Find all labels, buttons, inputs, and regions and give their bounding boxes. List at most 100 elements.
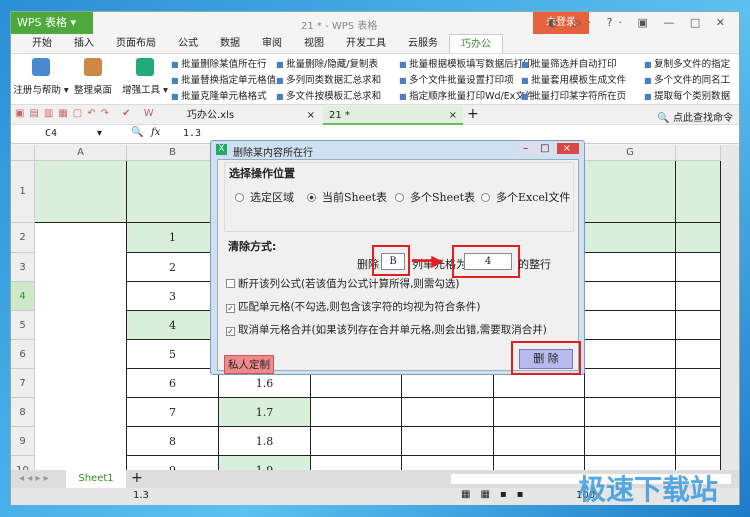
new-tab-icon[interactable]: + bbox=[467, 106, 479, 122]
cell[interactable] bbox=[676, 369, 721, 398]
radio-option-0[interactable]: 选定区域 bbox=[235, 189, 294, 205]
row-header-2[interactable]: 2 bbox=[11, 223, 35, 253]
cell[interactable]: 1 bbox=[127, 223, 219, 253]
cell[interactable] bbox=[35, 223, 127, 253]
sheet-nav[interactable]: ◂ ◂ ▸ ▸ bbox=[19, 473, 49, 484]
cell[interactable] bbox=[676, 223, 721, 253]
radio-option-3[interactable]: 多个Excel文件 bbox=[481, 189, 570, 205]
ribbon-item[interactable]: 批量删除/隐藏/复制表 bbox=[276, 57, 381, 73]
ribbon-item[interactable]: 批量删除某值所在行 bbox=[171, 57, 276, 73]
ribbon-item[interactable]: 多个文件的同名工 bbox=[644, 73, 730, 89]
menu-0[interactable]: 开始 bbox=[21, 34, 63, 53]
cell[interactable] bbox=[35, 253, 127, 282]
cell[interactable] bbox=[35, 369, 127, 398]
cell[interactable]: 8 bbox=[127, 427, 219, 456]
menu-2[interactable]: 页面布局 bbox=[105, 34, 167, 53]
row-header-8[interactable]: 8 bbox=[11, 398, 35, 427]
cell[interactable] bbox=[402, 427, 494, 456]
view-buttons[interactable]: ▦▦▪▪ bbox=[461, 489, 533, 500]
window-controls[interactable]: ◐ ▷· ?· ▣ — □ ✕ bbox=[548, 16, 731, 29]
cell[interactable]: 5 bbox=[127, 340, 219, 369]
checkbox[interactable]: ✓ bbox=[226, 304, 235, 313]
menu-8[interactable]: 云服务 bbox=[397, 34, 449, 53]
dialog-controls[interactable]: – □ × bbox=[518, 143, 579, 154]
close-icon[interactable]: × bbox=[449, 106, 457, 125]
radio-button[interactable] bbox=[235, 193, 244, 202]
cell[interactable] bbox=[585, 398, 676, 427]
ribbon-button-0[interactable]: 注册与帮助 ▾ bbox=[11, 58, 71, 96]
ribbon-item[interactable]: 批量筛选并自动打印 bbox=[521, 57, 626, 73]
cell[interactable] bbox=[585, 340, 676, 369]
cell[interactable] bbox=[585, 427, 676, 456]
row-header-1[interactable]: 1 bbox=[11, 161, 35, 223]
ribbon-item[interactable]: 复制多文件的指定 bbox=[644, 57, 730, 73]
minimize-button[interactable]: – bbox=[518, 143, 536, 154]
ribbon-item[interactable]: 批量套用模板生成文件 bbox=[521, 73, 626, 89]
close-button[interactable]: × bbox=[556, 143, 579, 154]
cell[interactable]: 3 bbox=[127, 282, 219, 311]
cell[interactable] bbox=[35, 340, 127, 369]
cell[interactable] bbox=[311, 398, 402, 427]
ribbon-item[interactable]: 批量替换指定单元格值 bbox=[171, 73, 276, 89]
checkbox-option-0[interactable]: 断开该列公式(若该值为公式计算所得,则需勾选) bbox=[226, 276, 460, 291]
ribbon-item[interactable]: 多文件按模板汇总求和 bbox=[276, 89, 381, 105]
sheet-tab[interactable]: Sheet1 bbox=[66, 470, 126, 488]
ribbon-item[interactable]: 提取每个类别数据 bbox=[644, 89, 730, 105]
cell[interactable] bbox=[35, 311, 127, 340]
cell[interactable]: 1.7 bbox=[219, 398, 311, 427]
row-header-4[interactable]: 4 bbox=[11, 282, 35, 311]
checkbox-option-1[interactable]: ✓ 匹配单元格(不勾选,则包含该字符的均视为符合条件) bbox=[226, 299, 481, 314]
cell[interactable] bbox=[311, 456, 402, 470]
column-header-G[interactable]: G bbox=[585, 145, 676, 161]
row-header-10[interactable]: 10 bbox=[11, 456, 35, 470]
tab-file-2[interactable]: 21 * × bbox=[323, 106, 463, 125]
column-header-H[interactable] bbox=[676, 145, 721, 161]
formula-input[interactable]: 1.3 bbox=[183, 128, 201, 139]
cell[interactable]: 7 bbox=[127, 398, 219, 427]
cell[interactable] bbox=[494, 427, 585, 456]
menu-9[interactable]: 巧办公 bbox=[449, 34, 503, 53]
fx-icon[interactable]: fx bbox=[151, 127, 160, 138]
cell[interactable] bbox=[585, 311, 676, 340]
ribbon-button-2[interactable]: 增强工具 ▾ bbox=[115, 58, 175, 96]
radio-option-1[interactable]: 当前Sheet表 bbox=[307, 189, 387, 205]
cell[interactable]: 9 bbox=[127, 456, 219, 470]
radio-button[interactable] bbox=[395, 193, 404, 202]
menu-7[interactable]: 开发工具 bbox=[335, 34, 397, 53]
cell[interactable] bbox=[35, 427, 127, 456]
menu-1[interactable]: 插入 bbox=[63, 34, 105, 53]
cell[interactable] bbox=[127, 161, 219, 223]
search-command[interactable]: 🔍 点此查找命令 bbox=[657, 109, 733, 124]
cell[interactable] bbox=[676, 253, 721, 282]
ribbon-item[interactable]: 多列同类数据汇总求和 bbox=[276, 73, 381, 89]
cell[interactable] bbox=[35, 398, 127, 427]
cell[interactable] bbox=[35, 456, 127, 470]
cell[interactable] bbox=[676, 161, 721, 223]
ribbon-item[interactable]: 批量根据模板填写数据后打印 bbox=[399, 57, 534, 73]
maximize-button[interactable]: □ bbox=[535, 143, 557, 154]
radio-button[interactable] bbox=[481, 193, 490, 202]
ribbon-item[interactable]: 多个文件批量设置打印项 bbox=[399, 73, 534, 89]
cell[interactable] bbox=[585, 253, 676, 282]
row-header-9[interactable]: 9 bbox=[11, 427, 35, 456]
row-header-3[interactable]: 3 bbox=[11, 253, 35, 282]
cell[interactable] bbox=[494, 398, 585, 427]
cell[interactable] bbox=[676, 282, 721, 311]
cell[interactable] bbox=[585, 223, 676, 253]
menu-4[interactable]: 数据 bbox=[209, 34, 251, 53]
vertical-scrollbar[interactable] bbox=[721, 145, 739, 470]
ribbon-item[interactable]: 批量克隆单元格格式 bbox=[171, 89, 276, 105]
cell[interactable] bbox=[494, 456, 585, 470]
checkbox-option-2[interactable]: ✓ 取消单元格合并(如果该列存在合并单元格,则会出错,需要取消合并) bbox=[226, 322, 547, 337]
chevron-down-icon[interactable]: ▾ bbox=[97, 128, 102, 139]
cell[interactable] bbox=[585, 161, 676, 223]
close-icon[interactable]: × bbox=[307, 106, 315, 125]
add-sheet-icon[interactable]: + bbox=[131, 470, 143, 486]
name-box[interactable]: C4 bbox=[45, 128, 57, 139]
menu-3[interactable]: 公式 bbox=[167, 34, 209, 53]
cell[interactable] bbox=[402, 398, 494, 427]
cell[interactable]: 2 bbox=[127, 253, 219, 282]
ribbon-item[interactable]: 批量打印某字符所在页 bbox=[521, 89, 626, 105]
cell[interactable]: 6 bbox=[127, 369, 219, 398]
menu-6[interactable]: 视图 bbox=[293, 34, 335, 53]
